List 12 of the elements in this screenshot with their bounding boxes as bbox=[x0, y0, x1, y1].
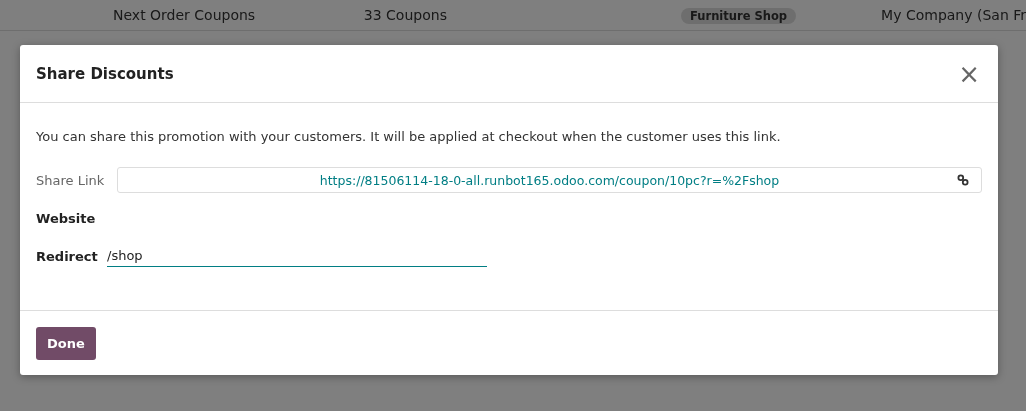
description-text: You can share this promotion with your customers. It will be applied at checkout when the customer uses this link. bbox=[36, 129, 782, 144]
list-cell: My Company (San Fr bbox=[881, 7, 1026, 23]
list-cell-text: 33 Coupons bbox=[363, 7, 448, 23]
section-label: Website bbox=[36, 210, 97, 226]
share-link-field[interactable]: https://81506114-18-0-all.runbot165.odoo.com/coupon/10pc?r=%2Fshop bbox=[117, 167, 982, 193]
list-cell-text: Next Order Coupons bbox=[113, 7, 257, 23]
close-button[interactable]: × bbox=[954, 60, 984, 87]
tag: Furniture Shop bbox=[681, 8, 797, 24]
link-icon[interactable] bbox=[957, 174, 969, 186]
field-label: Share Link bbox=[36, 172, 106, 188]
done-button[interactable]: Done bbox=[36, 326, 96, 360]
dialog-title: Share Discounts bbox=[36, 64, 174, 83]
